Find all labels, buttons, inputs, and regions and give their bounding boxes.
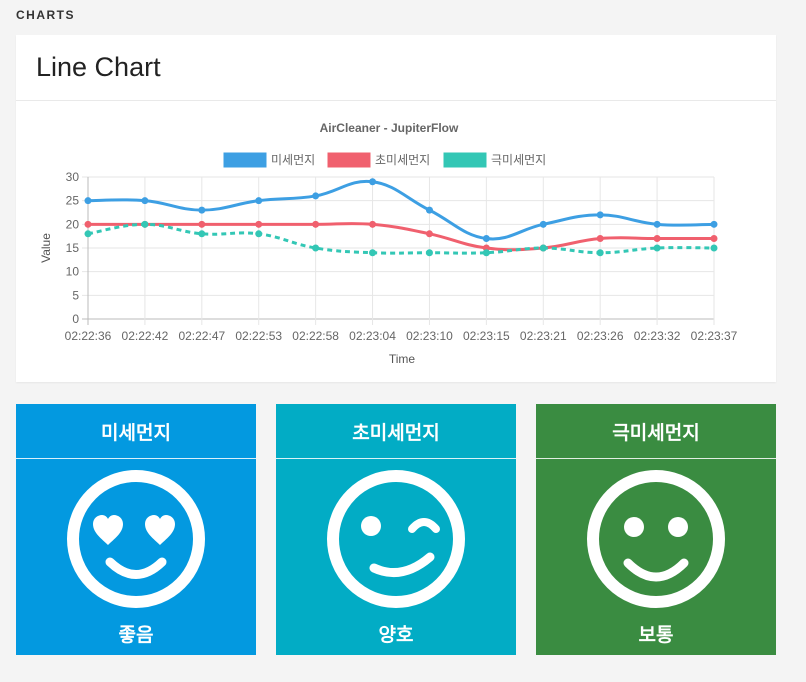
tile-status: 좋음 <box>118 624 154 646</box>
y-tick-label: 30 <box>66 170 80 184</box>
data-point <box>653 235 661 243</box>
legend-label: 미세먼지 <box>271 153 315 167</box>
x-tick-label: 02:22:42 <box>122 329 169 343</box>
tile-title: 미세먼지 <box>16 404 256 459</box>
data-point <box>369 249 377 257</box>
data-point <box>425 230 433 238</box>
tile-pm1: 극미세먼지 보통 <box>536 404 776 655</box>
data-point <box>255 220 263 228</box>
x-tick-label: 02:23:21 <box>520 329 567 343</box>
y-tick-label: 15 <box>66 241 80 255</box>
data-point <box>198 206 206 214</box>
data-point <box>482 249 490 257</box>
y-tick-label: 25 <box>66 194 80 208</box>
x-tick-label: 02:22:58 <box>292 329 339 343</box>
tile-title: 초미세먼지 <box>276 404 516 459</box>
line-chart-card: Line Chart AirCleaner - JupiterFlow 미세먼지 초… <box>16 35 776 382</box>
x-tick-label: 02:23:26 <box>577 329 624 343</box>
tile-title: 극미세먼지 <box>536 404 776 459</box>
data-point <box>596 249 604 257</box>
x-tick-label: 02:22:36 <box>65 329 112 343</box>
data-point <box>369 220 377 228</box>
y-tick-label: 10 <box>66 265 80 279</box>
data-point <box>653 220 661 228</box>
data-point <box>312 220 320 228</box>
data-point <box>425 249 433 257</box>
data-point <box>596 235 604 243</box>
legend-label: 극미세먼지 <box>491 153 546 167</box>
x-tick-label: 02:23:15 <box>463 329 510 343</box>
data-point <box>84 230 92 238</box>
x-tick-label: 02:22:53 <box>235 329 282 343</box>
data-point <box>539 220 547 228</box>
y-axis-title: Value <box>39 233 53 263</box>
data-point <box>255 230 263 238</box>
chart-title: AirCleaner - JupiterFlow <box>320 121 459 135</box>
legend-swatch <box>327 152 371 168</box>
x-tick-label: 02:22:47 <box>178 329 225 343</box>
heart-eyes-face-icon <box>67 470 205 608</box>
data-point <box>255 197 263 205</box>
y-tick-label: 0 <box>72 312 79 326</box>
legend-label: 초미세먼지 <box>375 153 430 167</box>
y-tick-label: 5 <box>72 288 79 302</box>
data-point <box>198 220 206 228</box>
series-line <box>87 179 715 241</box>
data-point <box>84 220 92 228</box>
tile-status: 보통 <box>638 624 674 646</box>
tile-status: 양호 <box>378 624 414 646</box>
x-tick-label: 02:23:32 <box>634 329 681 343</box>
smile-face-icon <box>587 470 725 608</box>
tile-pm10: 미세먼지 좋음 <box>16 404 256 655</box>
data-point <box>710 244 718 252</box>
x-tick-label: 02:23:37 <box>691 329 738 343</box>
data-point <box>596 211 604 219</box>
data-point <box>198 230 206 238</box>
x-axis-title: Time <box>389 352 416 366</box>
data-point <box>141 197 149 205</box>
data-point <box>312 244 320 252</box>
data-point <box>312 192 320 200</box>
data-point <box>710 235 718 243</box>
line-chart: AirCleaner - JupiterFlow 미세먼지 초미세먼지 극미세먼지 0 5… <box>39 121 738 366</box>
data-point <box>369 178 377 186</box>
y-tick-label: 20 <box>66 217 80 231</box>
data-point <box>141 220 149 228</box>
x-tick-label: 02:23:04 <box>349 329 396 343</box>
data-point <box>539 244 547 252</box>
section-label: CHARTS <box>16 8 75 22</box>
legend-swatch <box>443 152 487 168</box>
wink-face-icon <box>327 470 465 608</box>
series-line <box>88 222 714 252</box>
x-tick-label: 02:23:10 <box>406 329 453 343</box>
tile-pm25: 초미세먼지 양호 <box>276 404 516 655</box>
data-point <box>482 235 490 243</box>
data-point <box>710 220 718 228</box>
data-point <box>425 206 433 214</box>
legend-swatch <box>223 152 267 168</box>
data-point <box>653 244 661 252</box>
data-point <box>84 197 92 205</box>
